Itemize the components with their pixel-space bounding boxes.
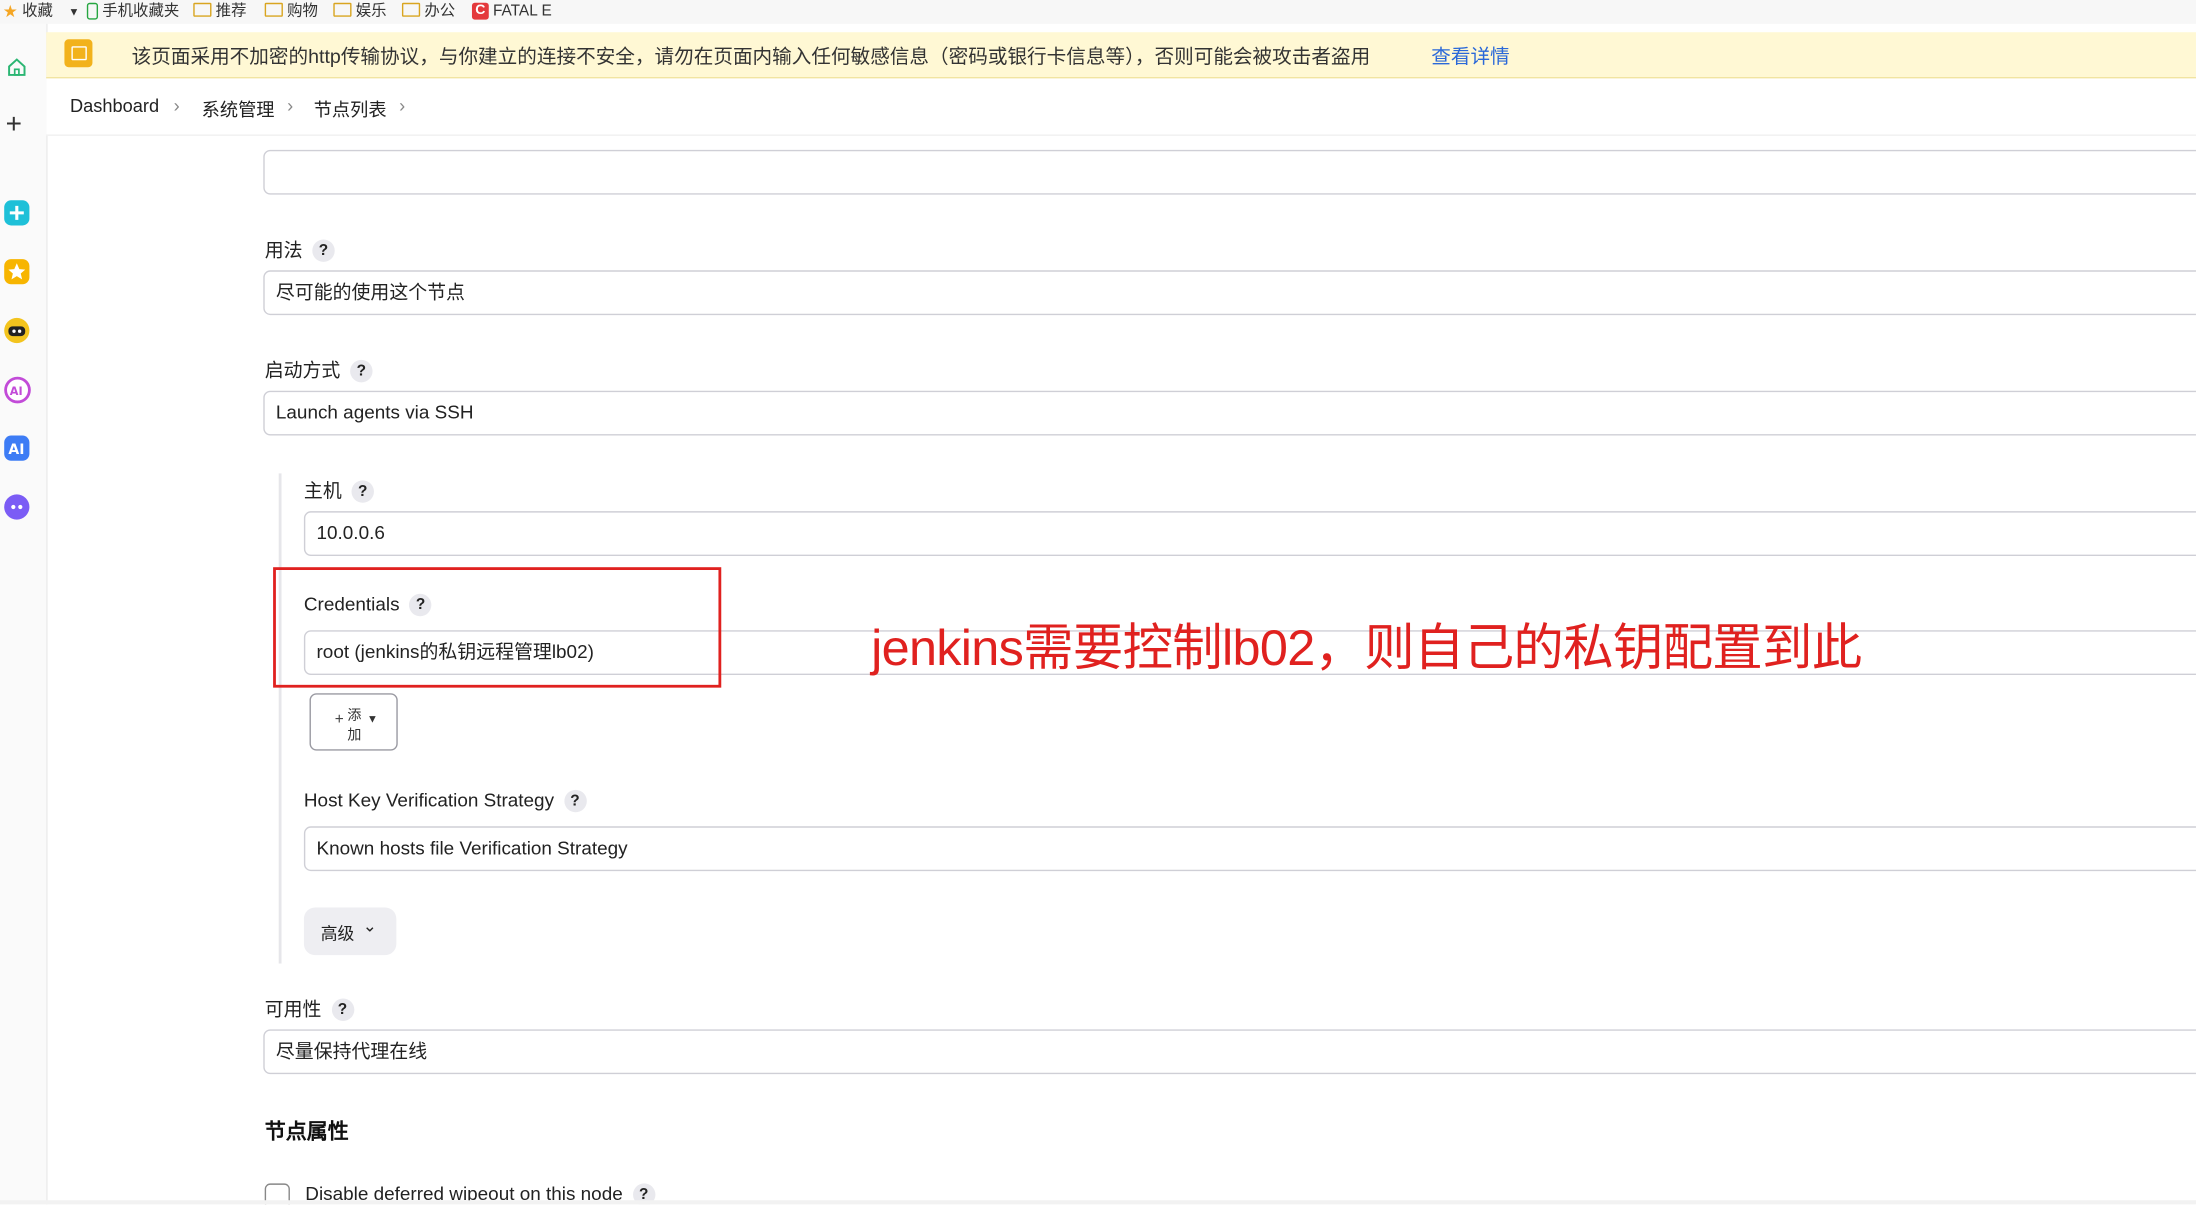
- view-details-link[interactable]: 查看详情: [1431, 42, 1509, 70]
- host-key-strategy-label: Host Key Verification Strategy?: [304, 790, 587, 813]
- caret-down-icon: ▼: [366, 712, 379, 726]
- home-icon[interactable]: [7, 57, 27, 77]
- robot-icon[interactable]: [4, 317, 30, 344]
- breadcrumb-system-manage[interactable]: 系统管理: [202, 95, 275, 122]
- chevron-right-icon[interactable]: ›: [174, 95, 180, 116]
- bookmark-recommend[interactable]: 推荐: [193, 1, 246, 21]
- add-icon[interactable]: +: [6, 111, 22, 139]
- advanced-button[interactable]: 高级 ⌄: [303, 907, 397, 956]
- ai-assistant-icon[interactable]: AI: [4, 376, 31, 404]
- usage-label: 用法?: [265, 234, 335, 263]
- plus-icon: +: [334, 711, 344, 729]
- label-field[interactable]: [263, 149, 2196, 195]
- chevron-right-icon[interactable]: ›: [287, 95, 293, 116]
- help-icon[interactable]: ?: [331, 999, 354, 1022]
- usage-select[interactable]: 尽可能的使用这个节点: [263, 270, 2196, 316]
- svg-text:AI: AI: [8, 442, 24, 458]
- breadcrumb: Dashboard › 系统管理 › 节点列表 ›: [46, 78, 2196, 136]
- help-icon[interactable]: ?: [312, 240, 335, 263]
- chat-icon[interactable]: [4, 494, 30, 520]
- chevron-down-icon[interactable]: ▼: [68, 6, 79, 19]
- breadcrumb-node-list[interactable]: 节点列表: [314, 95, 387, 122]
- csdn-icon: C: [471, 2, 489, 20]
- host-key-strategy-select[interactable]: Known hosts file Verification Strategy: [303, 826, 2196, 872]
- bookmark-mobile-favorites[interactable]: 手机收藏夹: [86, 1, 179, 21]
- help-icon[interactable]: ?: [350, 360, 373, 383]
- host-input[interactable]: 10.0.0.6: [303, 511, 2196, 556]
- browser-sidebar: + AI AI: [0, 23, 48, 1205]
- availability-select[interactable]: 尽量保持代理在线: [263, 1029, 2196, 1075]
- app-icon[interactable]: [4, 200, 30, 226]
- launch-method-select[interactable]: Launch agents via SSH: [263, 390, 2196, 436]
- node-properties-heading: 节点属性: [264, 1120, 349, 1145]
- folder-icon: [333, 2, 352, 17]
- nested-section-divider: [278, 473, 282, 964]
- folder-icon: [401, 2, 421, 17]
- phone-icon: [86, 2, 99, 20]
- bookmark-shopping[interactable]: 购物: [264, 1, 318, 21]
- bookmark-favorites[interactable]: ★ 收藏 ▼: [2, 1, 80, 22]
- annotation-text: jenkins需要控制lb02，则自己的私钥配置到此: [871, 619, 1862, 677]
- host-label: 主机?: [304, 475, 374, 504]
- bookmark-office[interactable]: 办公: [401, 1, 455, 21]
- add-credentials-button[interactable]: + 添 加 ▼: [309, 693, 398, 751]
- folder-icon: [193, 2, 212, 17]
- insecure-warning-banner: 该页面采用不加密的http传输协议，与你建立的连接不安全，请勿在页面内输入任何敏…: [46, 32, 2196, 79]
- bookmark-entertainment[interactable]: 娱乐: [333, 1, 387, 21]
- svg-text:AI: AI: [10, 385, 23, 398]
- availability-label: 可用性?: [265, 993, 354, 1022]
- bottom-edge: [0, 1200, 2196, 1205]
- launch-method-label: 启动方式?: [265, 354, 373, 383]
- bookmarks-bar: ★ 收藏 ▼ 手机收藏夹 推荐 购物 娱乐 办公 C FATAL E: [0, 0, 2196, 24]
- star-icon: ★: [2, 1, 18, 22]
- folder-icon: [264, 2, 283, 17]
- bookmark-fatal[interactable]: C FATAL E: [471, 1, 552, 21]
- browser-window: ★ 收藏 ▼ 手机收藏夹 推荐 购物 娱乐 办公 C FATAL E + AI …: [0, 0, 2196, 1205]
- favorites-icon[interactable]: [4, 259, 30, 285]
- warning-text: 该页面采用不加密的http传输协议，与你建立的连接不安全，请勿在页面内输入任何敏…: [131, 44, 1371, 68]
- chevron-right-icon[interactable]: ›: [399, 95, 405, 116]
- warning-icon: [64, 39, 93, 68]
- annotation-highlight-box: [273, 567, 722, 688]
- help-icon[interactable]: ?: [563, 790, 587, 813]
- ai-icon[interactable]: AI: [4, 435, 30, 461]
- chevron-down-icon: ⌄: [362, 915, 377, 936]
- breadcrumb-dashboard[interactable]: Dashboard: [70, 95, 159, 116]
- help-icon[interactable]: ?: [351, 480, 374, 504]
